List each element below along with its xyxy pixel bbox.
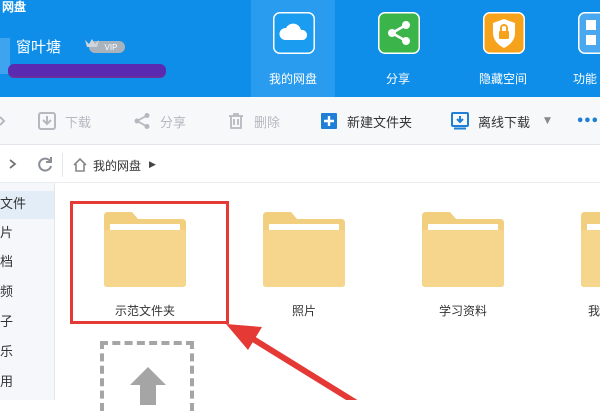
pointer-arrow <box>226 324 358 400</box>
